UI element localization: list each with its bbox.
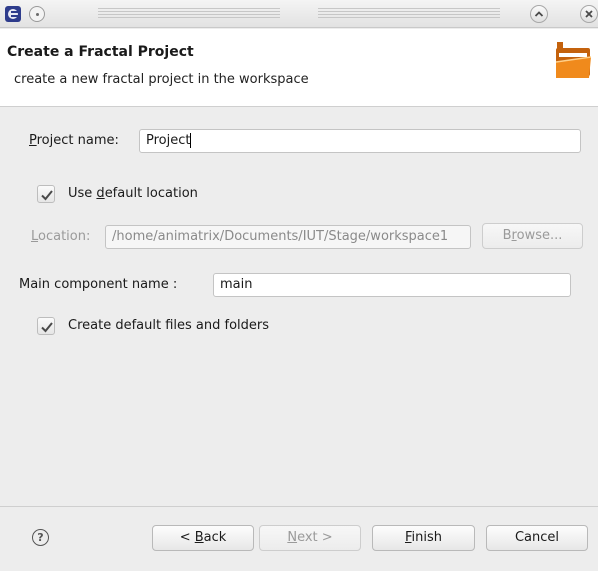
close-icon[interactable] [580,5,598,23]
location-input: /home/animatrix/Documents/IUT/Stage/work… [105,225,471,249]
create-default-files-checkbox[interactable] [37,317,55,335]
back-button[interactable]: < Back [152,525,254,551]
create-default-files-label[interactable]: Create default files and folders [68,318,269,333]
page-description: create a new fractal project in the work… [14,72,309,87]
titlebar-grip-left [98,8,280,20]
maximize-icon[interactable] [530,5,548,23]
location-label: Location: [31,229,91,244]
project-name-label: Project name: [29,133,119,148]
browse-button[interactable]: Browse... [482,223,583,249]
folder-icon [553,40,593,82]
text-cursor [190,133,192,148]
sticky-icon[interactable] [29,6,45,22]
help-icon[interactable]: ? [32,529,49,546]
page-title: Create a Fractal Project [7,44,194,60]
main-component-label: Main component name : [19,277,178,292]
main-component-input[interactable]: main [213,273,571,297]
titlebar-grip-right [318,8,500,20]
footer-separator [0,506,598,507]
window-titlebar [0,0,598,28]
wizard-banner [0,29,598,107]
use-default-location-label[interactable]: Use default location [68,186,198,201]
cancel-button[interactable]: Cancel [486,525,588,551]
finish-button[interactable]: Finish [372,525,475,551]
use-default-location-checkbox[interactable] [37,185,55,203]
next-button[interactable]: Next > [259,525,361,551]
project-name-input[interactable]: Project [139,129,581,153]
eclipse-icon[interactable] [5,6,21,22]
